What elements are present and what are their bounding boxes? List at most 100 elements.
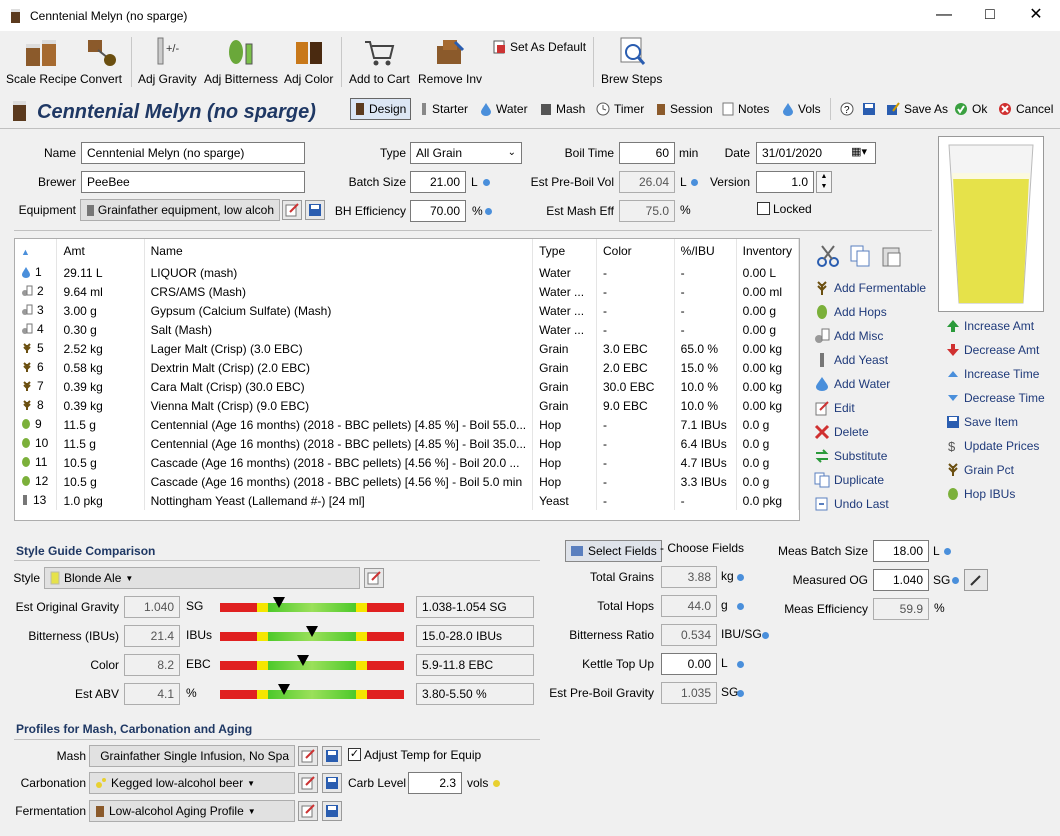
table-row[interactable]: 6 0.58 kg Dextrin Malt (Crisp) (2.0 EBC) Gr… (15, 358, 800, 377)
scale-recipe-button[interactable]: Scale Recipe (6, 35, 77, 86)
ok-button[interactable]: Ok (950, 98, 991, 120)
edit-mash-button[interactable] (298, 746, 318, 766)
hop-icon (22, 456, 30, 467)
column-header[interactable]: Type (532, 239, 597, 263)
adj-bitterness-button[interactable]: Adj Bitterness (204, 35, 278, 86)
decrease-amt-button[interactable]: Decrease Amt (946, 340, 1039, 360)
carbonation-combo[interactable]: Kegged low-alcohol beer ▼ (89, 772, 295, 794)
tab-mash[interactable]: Mash (536, 98, 589, 120)
brew-steps-button[interactable]: Brew Steps (601, 35, 662, 86)
table-row[interactable]: 11 10.5 g Cascade (Age 16 months) (2018 - … (15, 453, 800, 472)
select-fields-button[interactable]: Select Fields (565, 540, 662, 562)
batch-size-input[interactable]: 21.00 (410, 171, 466, 193)
undo-last-button[interactable]: Undo Last (814, 494, 889, 514)
date-picker[interactable]: 31/01/2020 ▦▾ (756, 142, 876, 164)
cut-icon[interactable] (816, 244, 840, 268)
locked-checkbox[interactable] (757, 202, 770, 215)
table-row[interactable]: 7 0.39 kg Cara Malt (Crisp) (30.0 EBC) Grai… (15, 377, 800, 396)
field-value[interactable]: 0.00 (661, 653, 717, 675)
help-button[interactable]: ? (836, 98, 858, 120)
hydrometer-button[interactable] (964, 569, 988, 591)
column-header[interactable]: %/IBU (674, 239, 737, 263)
maximize-icon[interactable]: □ (968, 2, 1012, 30)
table-row[interactable]: 12 10.5 g Cascade (Age 16 months) (2018 - … (15, 472, 800, 491)
grain-pct-button[interactable]: Grain Pct (946, 460, 1014, 480)
brewer-input[interactable]: PeeBee (81, 171, 305, 193)
adj-color-button[interactable]: Adj Color (284, 35, 333, 86)
triangle-down-icon (948, 395, 958, 401)
mash-profile-combo[interactable]: Grainfather Single Infusion, No Spa (89, 745, 295, 767)
boil-time-input[interactable]: 60 (619, 142, 675, 164)
edit-carbonation-button[interactable] (298, 773, 318, 793)
tab-timer[interactable]: Timer (592, 98, 648, 120)
name-input[interactable]: Cenntenial Melyn (no sparge) (81, 142, 305, 164)
edit-style-button[interactable] (364, 568, 384, 588)
tab-design[interactable]: Design (350, 98, 412, 120)
substitute-button[interactable]: Substitute (814, 446, 887, 466)
copy-icon[interactable] (848, 244, 872, 268)
save-item-button[interactable]: Save Item (946, 412, 1018, 432)
save-mash-button[interactable] (322, 746, 342, 766)
adj-gravity-button[interactable]: +/- Adj Gravity (138, 35, 197, 86)
equipment-combo[interactable]: Grainfather equipment, low alcoh (80, 199, 280, 221)
version-spinner[interactable]: ▲ ▼ (816, 171, 832, 193)
duplicate-button[interactable]: Duplicate (814, 470, 884, 490)
table-row[interactable]: 9 11.5 g Centennial (Age 16 months) (2018 … (15, 415, 800, 434)
save-button[interactable] (858, 98, 880, 120)
style-combo[interactable]: Blonde Ale ▼ (44, 567, 360, 589)
edit-fermentation-button[interactable] (298, 801, 318, 821)
misc-icon (22, 285, 33, 296)
add-yeast-button[interactable]: Add Yeast (814, 350, 888, 370)
increase-amt-button[interactable]: Increase Amt (946, 316, 1034, 336)
add-to-cart-button[interactable]: Add to Cart (349, 35, 410, 86)
table-row[interactable]: 8 0.39 kg Vienna Malt (Crisp) (9.0 EBC) Gra… (15, 396, 800, 415)
tab-notes[interactable]: Notes (718, 98, 773, 120)
minimize-icon[interactable]: — (922, 2, 966, 30)
cancel-button[interactable]: Cancel (994, 98, 1057, 120)
save-as-button[interactable]: Save As (882, 98, 952, 120)
measured-og-input[interactable]: 1.040 (873, 569, 929, 591)
add-fermentable-button[interactable]: Add Fermentable (814, 278, 926, 298)
column-header[interactable]: Name (144, 239, 534, 263)
convert-button[interactable]: Convert (80, 35, 122, 86)
table-row[interactable]: 1 29.11 L LIQUOR (mash) Water - -0.00 L (15, 263, 800, 282)
tab-starter[interactable]: Starter (416, 98, 472, 120)
table-row[interactable]: 3 3.00 g Gypsum (Calcium Sulfate) (Mash) Wa… (15, 301, 800, 320)
meas-batch-size-input[interactable]: 18.00 (873, 540, 929, 562)
table-row[interactable]: 2 9.64 ml CRS/AMS (Mash) Water ... - -0.00 ml (15, 282, 800, 301)
fermentation-combo[interactable]: Low-alcohol Aging Profile ▼ (89, 800, 295, 822)
save-fermentation-button[interactable] (322, 801, 342, 821)
decrease-time-button[interactable]: Decrease Time (946, 388, 1045, 408)
edit-equipment-button[interactable] (282, 200, 302, 220)
add-hops-button[interactable]: Add Hops (814, 302, 887, 322)
add-misc-button[interactable]: Add Misc (814, 326, 883, 346)
carb-level-input[interactable]: 2.3 (408, 772, 462, 794)
sort-column-icon[interactable]: ▲ (15, 239, 58, 263)
set-as-default-button[interactable]: Set As Default (492, 40, 586, 54)
adjust-temp-checkbox[interactable]: ✓ (348, 748, 361, 761)
tab-session[interactable]: Session (652, 98, 717, 120)
save-carbonation-button[interactable] (322, 773, 342, 793)
column-header[interactable]: Color (596, 239, 675, 263)
paste-icon[interactable] (880, 244, 904, 268)
remove-inv-button[interactable]: Remove Inv (418, 35, 482, 86)
column-header[interactable]: Inventory (736, 239, 800, 263)
close-icon[interactable]: ✕ (1014, 2, 1058, 30)
tab-water[interactable]: Water (476, 98, 532, 120)
delete-button[interactable]: Delete (814, 422, 869, 442)
info-dot-icon (483, 179, 490, 186)
increase-time-button[interactable]: Increase Time (946, 364, 1039, 384)
edit-button[interactable]: Edit (814, 398, 855, 418)
type-select[interactable]: All Grain ⌄ (410, 142, 522, 164)
table-row[interactable]: 5 2.52 kg Lager Malt (Crisp) (3.0 EBC) Grai… (15, 339, 800, 358)
version-input[interactable]: 1.0 (756, 171, 814, 193)
hop-ibus-button[interactable]: Hop IBUs (946, 484, 1015, 504)
table-row[interactable]: 10 11.5 g Centennial (Age 16 months) (2018… (15, 434, 800, 453)
bh-efficiency-input[interactable]: 70.00 (410, 200, 466, 222)
table-row[interactable]: 4 0.30 g Salt (Mash) Water ... - -0.00 g (15, 320, 800, 339)
column-header[interactable]: Amt (56, 239, 145, 263)
table-row[interactable]: 13 1.0 pkg Nottingham Yeast (Lallemand #-)… (15, 491, 800, 510)
update-prices-button[interactable]: $ Update Prices (946, 436, 1039, 456)
add-water-button[interactable]: Add Water (814, 374, 890, 394)
tab-vols[interactable]: Vols (778, 98, 825, 120)
